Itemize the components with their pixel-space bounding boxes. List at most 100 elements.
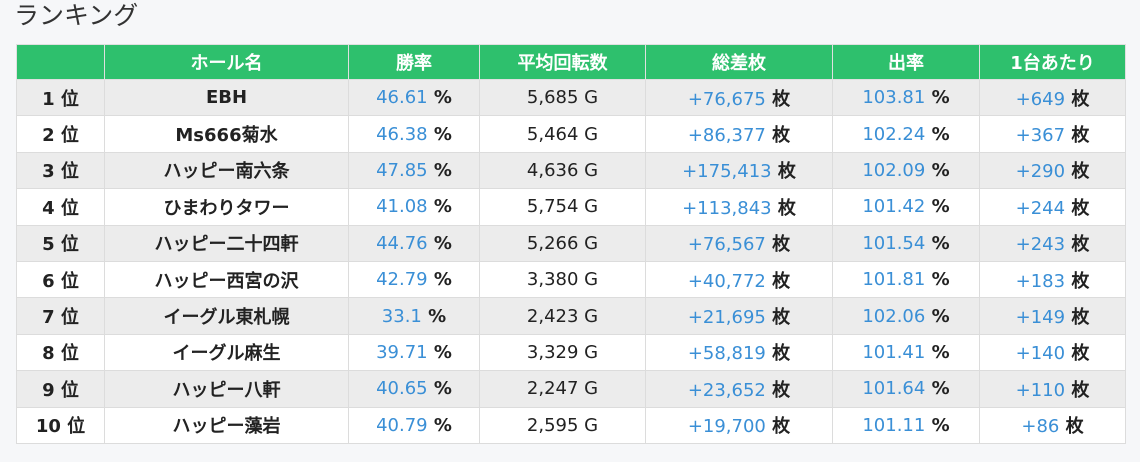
percent-unit: %	[931, 269, 950, 291]
hall-name: Ms666菊水	[175, 125, 278, 147]
total-diff-value: +40,772	[687, 270, 766, 292]
hall-name-cell: ひまわりタワー	[104, 188, 349, 226]
hall-name-cell: ハッピー八軒	[104, 370, 349, 408]
mai-unit: 枚	[1071, 125, 1090, 147]
header-win-rate: 勝率	[348, 44, 480, 80]
rank-cell: 8 位	[16, 333, 105, 372]
win-rate-cell: 40.65 %	[348, 370, 480, 408]
mai-unit: 枚	[1071, 307, 1090, 329]
percent-unit: %	[433, 232, 452, 254]
hall-name-cell: EBH	[104, 78, 349, 117]
percent-unit: %	[931, 159, 950, 181]
rank-cell: 9 位	[16, 370, 105, 408]
win-rate-cell: 39.71 %	[348, 333, 480, 372]
payout-rate-cell: 101.81 %	[832, 260, 980, 299]
avg-spins-cell: 2,247 G	[479, 370, 646, 408]
total-diff-cell: +76,675 枚	[645, 78, 833, 117]
rank-label: 4 位	[42, 197, 79, 219]
percent-unit: %	[931, 341, 950, 363]
payout-rate-cell: 102.24 %	[832, 115, 980, 153]
header-payout-rate: 出率	[832, 44, 980, 80]
hall-name: ひまわりタワー	[163, 197, 290, 219]
hall-name: ハッピー南六条	[163, 161, 290, 183]
hall-name: ハッピー二十四軒	[154, 234, 299, 256]
table-row: 6 位 ハッピー西宮の沢 42.79 % 3,380 G +40,772 枚 1…	[16, 260, 1126, 299]
total-diff-cell: +21,695 枚	[645, 297, 833, 335]
total-diff-value: +23,652	[687, 379, 766, 401]
avg-spins-cell: 5,685 G	[479, 78, 646, 117]
rank-cell: 4 位	[16, 188, 105, 226]
percent-unit: %	[433, 87, 452, 109]
avg-spins-cell: 5,754 G	[479, 188, 646, 226]
rank-label: 3 位	[42, 161, 79, 183]
win-rate-cell: 42.79 %	[348, 260, 480, 299]
payout-rate-cell: 101.64 %	[832, 370, 980, 408]
per-unit-value: +86	[1021, 416, 1060, 438]
win-rate-cell: 44.76 %	[348, 224, 480, 262]
rank-cell: 1 位	[16, 78, 105, 117]
per-unit-cell: +140 枚	[979, 333, 1126, 372]
mai-unit: 枚	[772, 234, 791, 256]
total-diff-value: +58,819	[687, 343, 766, 365]
hall-name: ハッピー八軒	[172, 379, 281, 401]
rank-label: 9 位	[42, 379, 79, 401]
rank-cell: 3 位	[16, 151, 105, 190]
win-rate-value: 46.61	[376, 87, 428, 109]
mai-unit: 枚	[1071, 234, 1090, 256]
total-diff-value: +86,377	[687, 125, 766, 147]
avg-spins-value: 5,266 G	[526, 232, 599, 254]
hall-name-cell: イーグル麻生	[104, 333, 349, 372]
per-unit-value: +367	[1015, 125, 1066, 147]
hall-name-cell: ハッピー南六条	[104, 151, 349, 190]
mai-unit: 枚	[1071, 88, 1090, 110]
mai-unit: 枚	[772, 270, 791, 292]
payout-rate-cell: 101.41 %	[832, 333, 980, 372]
per-unit-cell: +110 枚	[979, 370, 1126, 408]
percent-unit: %	[433, 341, 452, 363]
payout-rate-cell: 101.54 %	[832, 224, 980, 262]
hall-name: ハッピー西宮の沢	[154, 270, 299, 292]
per-unit-value: +290	[1015, 161, 1066, 183]
win-rate-value: 33.1	[381, 305, 422, 327]
avg-spins-cell: 5,266 G	[479, 224, 646, 262]
win-rate-value: 47.85	[376, 159, 428, 181]
table-row: 3 位 ハッピー南六条 47.85 % 4,636 G +175,413 枚 1…	[16, 151, 1126, 190]
table-row: 10 位 ハッピー藻岩 40.79 % 2,595 G +19,700 枚 10…	[16, 406, 1126, 444]
page-title: ランキング	[14, 1, 139, 30]
percent-unit: %	[433, 378, 452, 400]
header-hall-name: ホール名	[104, 44, 349, 80]
table-row: 4 位 ひまわりタワー 41.08 % 5,754 G +113,843 枚 1…	[16, 188, 1126, 226]
total-diff-cell: +76,567 枚	[645, 224, 833, 262]
avg-spins-cell: 5,464 G	[479, 115, 646, 153]
percent-unit: %	[931, 87, 950, 109]
table-row: 8 位 イーグル麻生 39.71 % 3,329 G +58,819 枚 101…	[16, 333, 1126, 372]
mai-unit: 枚	[1071, 161, 1090, 183]
hall-name-cell: イーグル東札幌	[104, 297, 349, 335]
rank-label: 2 位	[42, 125, 79, 147]
percent-unit: %	[433, 196, 452, 218]
rank-cell: 6 位	[16, 260, 105, 299]
win-rate-value: 39.71	[376, 341, 428, 363]
hall-name: イーグル東札幌	[163, 307, 290, 329]
payout-rate-value: 101.81	[862, 269, 926, 291]
payout-rate-value: 101.54	[862, 232, 926, 254]
win-rate-cell: 33.1 %	[348, 297, 480, 335]
hall-name: イーグル麻生	[172, 343, 281, 365]
percent-unit: %	[433, 414, 452, 436]
payout-rate-value: 101.11	[862, 414, 926, 436]
table-header-row: ホール名 勝率 平均回転数 総差枚 出率 1台あたり	[16, 44, 1126, 80]
mai-unit: 枚	[1071, 197, 1090, 219]
mai-unit: 枚	[772, 416, 791, 438]
payout-rate-value: 101.41	[862, 341, 926, 363]
rank-label: 5 位	[42, 234, 79, 256]
per-unit-value: +244	[1015, 197, 1066, 219]
percent-unit: %	[931, 378, 950, 400]
payout-rate-cell: 102.06 %	[832, 297, 980, 335]
total-diff-cell: +23,652 枚	[645, 370, 833, 408]
mai-unit: 枚	[777, 161, 796, 183]
header-avg-spins: 平均回転数	[479, 44, 646, 80]
payout-rate-cell: 102.09 %	[832, 151, 980, 190]
total-diff-value: +175,413	[682, 161, 772, 183]
per-unit-cell: +243 枚	[979, 224, 1126, 262]
per-unit-value: +243	[1015, 234, 1066, 256]
